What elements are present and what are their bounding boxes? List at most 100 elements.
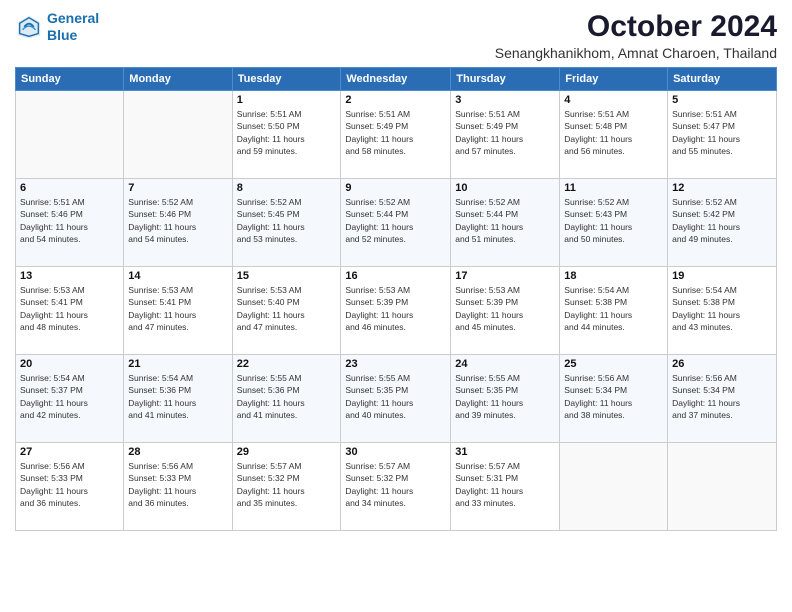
day-cell: 3 Sunrise: 5:51 AM Sunset: 5:49 PM Daylig… xyxy=(451,91,560,179)
day-number: 30 xyxy=(345,446,446,458)
day-info: Sunrise: 5:52 AM Sunset: 5:46 PM Dayligh… xyxy=(128,196,227,245)
day-cell: 6 Sunrise: 5:51 AM Sunset: 5:46 PM Daylig… xyxy=(16,179,124,267)
day-cell: 26Sunrise: 5:56 AM Sunset: 5:34 PM Dayli… xyxy=(668,355,777,443)
day-number: 7 xyxy=(128,182,227,194)
logo: General Blue xyxy=(15,10,99,44)
day-number: 28 xyxy=(128,446,227,458)
day-info: Sunrise: 5:52 AM Sunset: 5:44 PM Dayligh… xyxy=(455,196,555,245)
day-cell: 24 Sunrise: 5:55 AM Sunset: 5:35 PM Dayli… xyxy=(451,355,560,443)
day-cell: 13 Sunrise: 5:53 AM Sunset: 5:41 PM Dayli… xyxy=(16,267,124,355)
title-section: October 2024 Senangkhanikhom, Amnat Char… xyxy=(495,10,777,61)
day-info: Sunrise: 5:57 AM Sunset: 5:32 PM Dayligh… xyxy=(237,460,337,509)
header-row: Sunday Monday Tuesday Wednesday Thursday… xyxy=(16,68,777,91)
col-sunday: Sunday xyxy=(16,68,124,91)
day-number: 3 xyxy=(455,94,555,106)
col-monday: Monday xyxy=(124,68,232,91)
day-cell: 5 Sunrise: 5:51 AM Sunset: 5:47 PM Daylig… xyxy=(668,91,777,179)
day-number: 11 xyxy=(564,182,663,194)
day-cell: 16Sunrise: 5:53 AM Sunset: 5:39 PM Dayli… xyxy=(341,267,451,355)
day-number: 1 xyxy=(237,94,337,106)
day-info: Sunrise: 5:55 AM Sunset: 5:35 PM Dayligh… xyxy=(455,372,555,421)
day-info: Sunrise: 5:53 AM Sunset: 5:41 PM Dayligh… xyxy=(128,284,227,333)
week-row-4: 20 Sunrise: 5:54 AM Sunset: 5:37 PM Dayli… xyxy=(16,355,777,443)
day-info: Sunrise: 5:57 AM Sunset: 5:31 PM Dayligh… xyxy=(455,460,555,509)
day-number: 19 xyxy=(672,270,772,282)
day-number: 29 xyxy=(237,446,337,458)
day-cell xyxy=(16,91,124,179)
day-number: 12 xyxy=(672,182,772,194)
day-info: Sunrise: 5:53 AM Sunset: 5:39 PM Dayligh… xyxy=(455,284,555,333)
day-number: 9 xyxy=(345,182,446,194)
logo-line1: General xyxy=(47,10,99,26)
page: General Blue October 2024 Senangkhanikho… xyxy=(0,0,792,612)
day-number: 5 xyxy=(672,94,772,106)
day-cell: 12 Sunrise: 5:52 AM Sunset: 5:42 PM Dayli… xyxy=(668,179,777,267)
day-number: 21 xyxy=(128,358,227,370)
day-number: 27 xyxy=(20,446,119,458)
day-info: Sunrise: 5:51 AM Sunset: 5:49 PM Dayligh… xyxy=(345,108,446,157)
day-number: 24 xyxy=(455,358,555,370)
day-number: 10 xyxy=(455,182,555,194)
day-cell: 30Sunrise: 5:57 AM Sunset: 5:32 PM Dayli… xyxy=(341,443,451,531)
day-cell: 23 Sunrise: 5:55 AM Sunset: 5:35 PM Dayli… xyxy=(341,355,451,443)
day-number: 20 xyxy=(20,358,119,370)
day-number: 8 xyxy=(237,182,337,194)
day-cell: 4Sunrise: 5:51 AM Sunset: 5:48 PM Daylig… xyxy=(560,91,668,179)
day-info: Sunrise: 5:54 AM Sunset: 5:37 PM Dayligh… xyxy=(20,372,119,421)
day-info: Sunrise: 5:51 AM Sunset: 5:47 PM Dayligh… xyxy=(672,108,772,157)
day-info: Sunrise: 5:52 AM Sunset: 5:42 PM Dayligh… xyxy=(672,196,772,245)
day-cell: 19 Sunrise: 5:54 AM Sunset: 5:38 PM Dayli… xyxy=(668,267,777,355)
location: Senangkhanikhom, Amnat Charoen, Thailand xyxy=(495,45,777,61)
day-cell: 20 Sunrise: 5:54 AM Sunset: 5:37 PM Dayli… xyxy=(16,355,124,443)
day-cell: 14 Sunrise: 5:53 AM Sunset: 5:41 PM Dayli… xyxy=(124,267,232,355)
week-row-5: 27 Sunrise: 5:56 AM Sunset: 5:33 PM Dayli… xyxy=(16,443,777,531)
day-number: 2 xyxy=(345,94,446,106)
day-number: 14 xyxy=(128,270,227,282)
day-cell: 18 Sunrise: 5:54 AM Sunset: 5:38 PM Dayli… xyxy=(560,267,668,355)
day-info: Sunrise: 5:53 AM Sunset: 5:41 PM Dayligh… xyxy=(20,284,119,333)
day-cell: 29 Sunrise: 5:57 AM Sunset: 5:32 PM Dayli… xyxy=(232,443,341,531)
day-number: 4 xyxy=(564,94,663,106)
month-title: October 2024 xyxy=(495,10,777,43)
day-info: Sunrise: 5:54 AM Sunset: 5:38 PM Dayligh… xyxy=(672,284,772,333)
col-wednesday: Wednesday xyxy=(341,68,451,91)
day-number: 23 xyxy=(345,358,446,370)
col-friday: Friday xyxy=(560,68,668,91)
logo-text: General Blue xyxy=(47,10,99,44)
header: General Blue October 2024 Senangkhanikho… xyxy=(15,10,777,61)
day-info: Sunrise: 5:55 AM Sunset: 5:35 PM Dayligh… xyxy=(345,372,446,421)
day-info: Sunrise: 5:52 AM Sunset: 5:43 PM Dayligh… xyxy=(564,196,663,245)
day-number: 16 xyxy=(345,270,446,282)
day-info: Sunrise: 5:51 AM Sunset: 5:49 PM Dayligh… xyxy=(455,108,555,157)
col-saturday: Saturday xyxy=(668,68,777,91)
day-cell: 10 Sunrise: 5:52 AM Sunset: 5:44 PM Dayli… xyxy=(451,179,560,267)
day-info: Sunrise: 5:55 AM Sunset: 5:36 PM Dayligh… xyxy=(237,372,337,421)
calendar: Sunday Monday Tuesday Wednesday Thursday… xyxy=(15,67,777,531)
day-number: 22 xyxy=(237,358,337,370)
day-info: Sunrise: 5:56 AM Sunset: 5:33 PM Dayligh… xyxy=(20,460,119,509)
day-cell xyxy=(124,91,232,179)
day-cell: 28Sunrise: 5:56 AM Sunset: 5:33 PM Dayli… xyxy=(124,443,232,531)
day-cell xyxy=(668,443,777,531)
logo-icon xyxy=(15,13,43,41)
day-number: 18 xyxy=(564,270,663,282)
day-cell: 2 Sunrise: 5:51 AM Sunset: 5:49 PM Daylig… xyxy=(341,91,451,179)
day-number: 26 xyxy=(672,358,772,370)
day-info: Sunrise: 5:52 AM Sunset: 5:44 PM Dayligh… xyxy=(345,196,446,245)
day-info: Sunrise: 5:53 AM Sunset: 5:40 PM Dayligh… xyxy=(237,284,337,333)
day-cell: 8 Sunrise: 5:52 AM Sunset: 5:45 PM Daylig… xyxy=(232,179,341,267)
day-number: 6 xyxy=(20,182,119,194)
col-thursday: Thursday xyxy=(451,68,560,91)
day-cell: 7 Sunrise: 5:52 AM Sunset: 5:46 PM Daylig… xyxy=(124,179,232,267)
day-info: Sunrise: 5:51 AM Sunset: 5:46 PM Dayligh… xyxy=(20,196,119,245)
day-cell: 11 Sunrise: 5:52 AM Sunset: 5:43 PM Dayli… xyxy=(560,179,668,267)
logo-line2: Blue xyxy=(47,27,77,43)
day-number: 13 xyxy=(20,270,119,282)
day-number: 31 xyxy=(455,446,555,458)
day-info: Sunrise: 5:54 AM Sunset: 5:38 PM Dayligh… xyxy=(564,284,663,333)
day-info: Sunrise: 5:52 AM Sunset: 5:45 PM Dayligh… xyxy=(237,196,337,245)
day-info: Sunrise: 5:56 AM Sunset: 5:34 PM Dayligh… xyxy=(564,372,663,421)
day-number: 17 xyxy=(455,270,555,282)
week-row-2: 6 Sunrise: 5:51 AM Sunset: 5:46 PM Daylig… xyxy=(16,179,777,267)
day-info: Sunrise: 5:51 AM Sunset: 5:50 PM Dayligh… xyxy=(237,108,337,157)
